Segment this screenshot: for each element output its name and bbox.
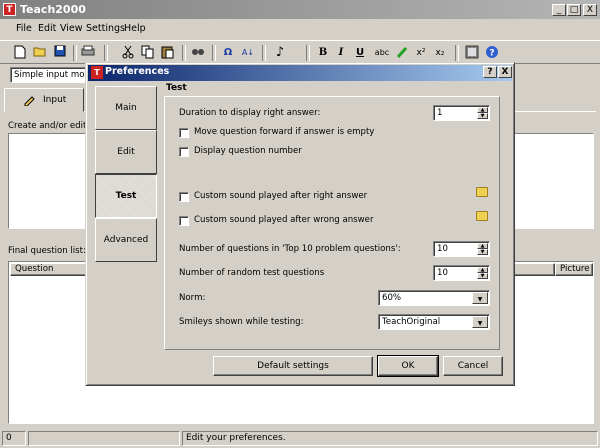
page-edit-label: Edit [117,147,135,157]
status-bar: 0 Edit your preferences. [0,429,600,448]
menu-edit[interactable]: Edit [38,23,56,34]
bold-icon[interactable]: B [315,45,331,61]
open-icon[interactable] [32,45,48,61]
page-main-label: Main [115,103,137,113]
random-label: Number of random test questions [179,268,325,278]
menu-help[interactable]: Help [124,23,146,34]
smileys-select[interactable]: TeachOriginal ▼ [378,314,490,330]
top10-label: Number of questions in 'Top 10 problem q… [179,244,401,254]
app-icon: T [3,3,16,16]
close-button[interactable]: X [583,4,597,16]
dialog-help-button[interactable]: ? [483,66,497,78]
sound-wrong-folder-icon[interactable] [476,211,488,221]
new-icon[interactable] [12,45,28,61]
paste-icon[interactable] [160,45,176,61]
sort-icon[interactable]: A↓ [240,45,256,61]
duration-spinner[interactable]: 1 ▲ ▼ [433,105,490,121]
underline-icon[interactable]: U [352,45,368,61]
menu-settings[interactable]: Settings [86,23,125,34]
sound-wrong-label: Custom sound played after wrong answer [194,215,374,225]
sound-right-checkbox[interactable] [179,192,189,202]
cut-icon[interactable] [120,45,136,61]
sound-right-label: Custom sound played after right answer [194,191,368,201]
dialog-icon: T [91,66,103,79]
page-main[interactable]: Main [95,86,157,130]
print-icon[interactable] [80,45,96,61]
status-message: Edit your preferences. [182,431,598,446]
tab-input[interactable]: Input [4,88,84,112]
page-advanced-label: Advanced [103,235,149,245]
special-chars-icon[interactable]: Ω [220,45,236,61]
display-number-checkbox[interactable] [179,147,189,157]
app-title: Teach2000 [20,3,86,16]
ok-button[interactable]: OK [377,355,439,377]
sound-right-folder-icon[interactable] [476,187,488,197]
status-count: 0 [2,431,26,446]
menu-view[interactable]: View [60,23,83,34]
minimize-button[interactable]: _ [552,4,566,16]
subscript-icon[interactable]: x₂ [432,45,448,61]
strikethrough-icon[interactable]: abc [372,45,392,61]
picture-icon[interactable] [464,45,480,61]
final-list-label: Final question list: [8,246,86,256]
pencil-icon [23,94,35,109]
norm-label: Norm: [179,293,206,303]
column-question[interactable]: Question [10,263,90,276]
find-icon[interactable] [190,45,206,61]
input-mode-select[interactable]: Simple input mode [10,67,90,83]
tab-input-label: Input [43,95,67,105]
sound-icon[interactable]: ♪ [272,45,288,61]
copy-icon[interactable] [140,45,156,61]
page-edit[interactable]: Edit [95,130,157,174]
superscript-icon[interactable]: x² [413,45,429,61]
page-test-label: Test [115,191,137,201]
duration-label: Duration to display right answer: [179,108,321,118]
help-icon[interactable]: ? [484,45,500,61]
cancel-button[interactable]: Cancel [443,356,503,376]
menu-bar: File Edit View Settings Help [0,19,600,39]
page-advanced[interactable]: Advanced [95,218,157,262]
move-forward-checkbox[interactable] [179,128,189,138]
section-title: Test [166,83,187,93]
italic-icon[interactable]: I [333,45,349,61]
default-settings-button[interactable]: Default settings [213,356,373,376]
answer-edit-box[interactable] [514,133,594,229]
sound-wrong-checkbox[interactable] [179,216,189,226]
toolbar: Ω A↓ ♪ B I U abc x² x₂ ? [0,40,600,64]
dialog-close-button[interactable]: X [498,66,512,78]
app-titlebar [0,0,600,19]
dialog-title: Preferences [105,66,170,77]
display-number-label: Display question number [194,146,302,156]
question-edit-box[interactable] [8,133,88,229]
random-spinner[interactable]: 10 ▲ ▼ [433,265,490,281]
page-test[interactable]: Test [95,174,157,218]
svg-text:?: ? [489,49,494,59]
maximize-button[interactable]: □ [567,4,581,16]
move-forward-label: Move question forward if answer is empty [194,127,375,137]
norm-select[interactable]: 60% ▼ [378,290,490,306]
save-icon[interactable] [52,45,68,61]
menu-file[interactable]: File [16,23,32,34]
highlight-icon[interactable] [394,45,410,61]
smileys-label: Smileys shown while testing: [179,317,304,327]
column-picture[interactable]: Picture [555,263,593,276]
status-empty [28,431,180,446]
top10-spinner[interactable]: 10 ▲ ▼ [433,241,490,257]
